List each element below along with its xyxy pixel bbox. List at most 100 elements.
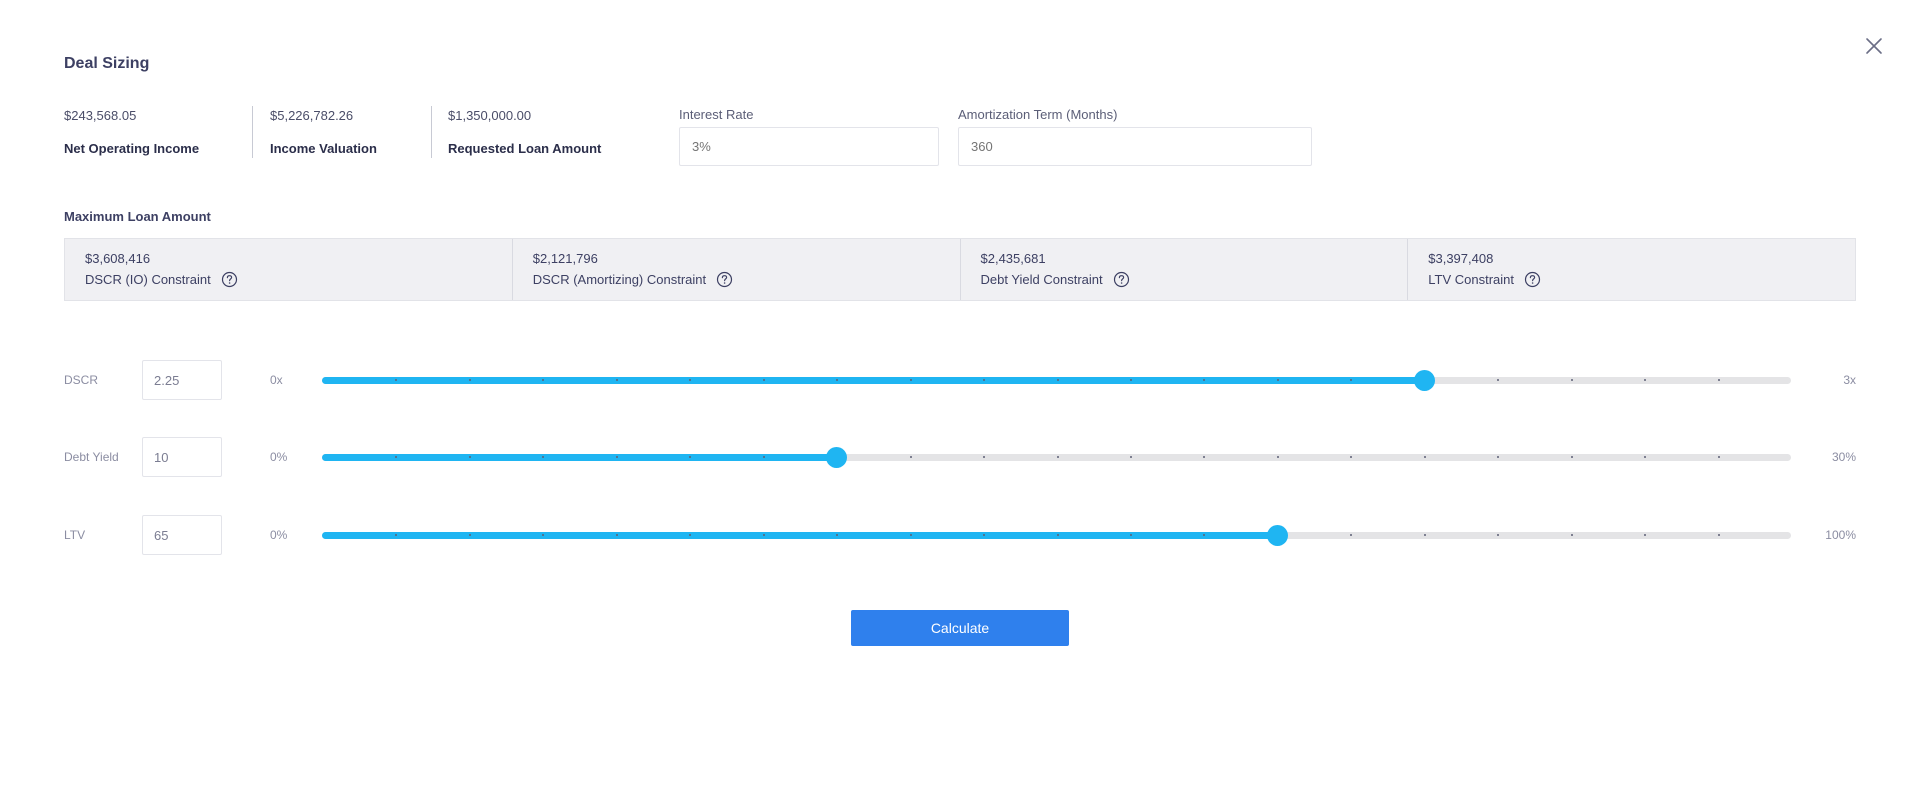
stat-label: Requested Loan Amount — [448, 141, 602, 156]
interest-rate-input[interactable] — [679, 127, 939, 166]
slider-tick — [1423, 456, 1426, 458]
question-circle-icon[interactable] — [716, 271, 733, 288]
slider-tick — [468, 379, 471, 381]
slider-tick — [1717, 379, 1720, 381]
slider-tick — [468, 456, 471, 458]
slider-tick — [1350, 456, 1353, 458]
slider-tick — [1276, 379, 1279, 381]
constraint-value: $3,397,408 — [1428, 251, 1494, 266]
slider-tick — [1129, 379, 1132, 381]
constraint-value: $2,435,681 — [980, 251, 1046, 266]
dscr-label: DSCR — [64, 373, 99, 387]
slider-tick — [983, 456, 986, 458]
debt-yield-max-label: 30% — [1831, 450, 1856, 464]
max-loan-heading: Maximum Loan Amount — [64, 209, 211, 224]
stat-value: $1,350,000.00 — [448, 108, 532, 123]
ltv-label: LTV — [64, 528, 86, 542]
ltv-input[interactable] — [142, 515, 222, 555]
slider-tick — [1423, 534, 1426, 536]
slider-tick — [1717, 456, 1720, 458]
slider-tick — [1129, 534, 1132, 536]
slider-tick — [1644, 456, 1647, 458]
question-circle-icon[interactable] — [1524, 271, 1541, 288]
slider-tick — [615, 534, 618, 536]
interest-rate-label: Interest Rate — [679, 107, 754, 122]
debt-yield-slider-track[interactable] — [322, 447, 1791, 468]
slider-tick — [468, 534, 471, 536]
amortization-term-label: Amortization Term (Months) — [958, 107, 1118, 122]
ltv-max-label: 100% — [1825, 528, 1856, 542]
ltv-slider-handle[interactable] — [1266, 525, 1288, 546]
stat-net-operating-income: $243,568.05 Net Operating Income — [64, 106, 253, 158]
constraint-debt-yield: $2,435,681 Debt Yield Constraint — [961, 239, 1409, 300]
slider-tick — [615, 379, 618, 381]
slider-tick — [762, 379, 765, 381]
constraint-label: DSCR (Amortizing) Constraint — [532, 272, 707, 287]
dscr-slider-track[interactable] — [322, 370, 1791, 391]
ltv-slider-track[interactable] — [322, 525, 1791, 546]
close-button[interactable] — [1862, 34, 1886, 58]
constraint-label: Debt Yield Constraint — [980, 272, 1103, 287]
stat-value: $5,226,782.26 — [270, 108, 354, 123]
slider-tick — [1497, 379, 1500, 381]
slider-tick — [1570, 456, 1573, 458]
constraint-dscr-amortizing: $2,121,796 DSCR (Amortizing) Constraint — [513, 239, 961, 300]
dscr-slider-handle[interactable] — [1413, 370, 1435, 391]
question-circle-icon[interactable] — [1113, 271, 1130, 288]
dscr-slider-row: DSCR 0x 3x — [64, 360, 1856, 400]
calculate-button[interactable]: Calculate — [851, 610, 1069, 646]
stat-income-valuation: $5,226,782.26 Income Valuation — [253, 106, 432, 158]
close-icon — [1866, 38, 1882, 54]
constraint-ltv: $3,397,408 LTV Constraint — [1408, 239, 1855, 300]
question-circle-icon[interactable] — [221, 271, 238, 288]
stat-requested-loan-amount: $1,350,000.00 Requested Loan Amount — [432, 106, 662, 158]
dscr-min-label: 0x — [270, 373, 283, 387]
slider-tick — [1203, 456, 1206, 458]
ltv-slider-fill — [322, 532, 1277, 539]
constraints-panel: $3,608,416 DSCR (IO) Constraint $2,121,7… — [64, 238, 1856, 301]
slider-tick — [1129, 456, 1132, 458]
interest-rate-group: Interest Rate — [679, 107, 939, 166]
slider-tick — [1644, 534, 1647, 536]
constraint-value: $2,121,796 — [532, 251, 598, 266]
constraint-label: DSCR (IO) Constraint — [85, 272, 211, 287]
slider-tick — [1644, 379, 1647, 381]
slider-tick — [1276, 456, 1279, 458]
amortization-term-group: Amortization Term (Months) — [958, 107, 1312, 166]
slider-tick — [1056, 456, 1059, 458]
deal-sizing-modal: Deal Sizing $243,568.05 Net Operating In… — [0, 0, 1920, 805]
modal-title: Deal Sizing — [64, 55, 150, 72]
slider-tick — [1350, 534, 1353, 536]
ltv-slider-row: LTV 0% 100% — [64, 515, 1856, 555]
slider-tick — [909, 534, 912, 536]
slider-tick — [1497, 534, 1500, 536]
slider-tick — [1497, 456, 1500, 458]
slider-tick — [909, 456, 912, 458]
stat-label: Net Operating Income — [64, 141, 200, 156]
slider-tick — [1717, 534, 1720, 536]
slider-tick — [1056, 534, 1059, 536]
debt-yield-input[interactable] — [142, 437, 222, 477]
dscr-input[interactable] — [142, 360, 222, 400]
slider-tick — [1056, 379, 1059, 381]
ltv-min-label: 0% — [270, 528, 288, 542]
slider-tick — [1570, 379, 1573, 381]
slider-tick — [762, 534, 765, 536]
slider-tick — [615, 456, 618, 458]
amortization-term-input[interactable] — [958, 127, 1312, 166]
constraint-value: $3,608,416 — [85, 251, 151, 266]
slider-tick — [909, 379, 912, 381]
debt-yield-slider-row: Debt Yield 0% 30% — [64, 437, 1856, 477]
slider-tick — [762, 456, 765, 458]
debt-yield-label: Debt Yield — [64, 450, 119, 464]
stat-value: $243,568.05 — [64, 108, 137, 123]
summary-stats: $243,568.05 Net Operating Income $5,226,… — [64, 106, 662, 158]
dscr-max-label: 3x — [1843, 373, 1856, 387]
slider-tick — [1570, 534, 1573, 536]
debt-yield-min-label: 0% — [270, 450, 288, 464]
stat-label: Income Valuation — [270, 141, 377, 156]
constraint-dscr-io: $3,608,416 DSCR (IO) Constraint — [65, 239, 513, 300]
constraint-label: LTV Constraint — [1428, 272, 1514, 287]
debt-yield-slider-handle[interactable] — [826, 447, 848, 468]
dscr-slider-fill — [322, 377, 1424, 384]
